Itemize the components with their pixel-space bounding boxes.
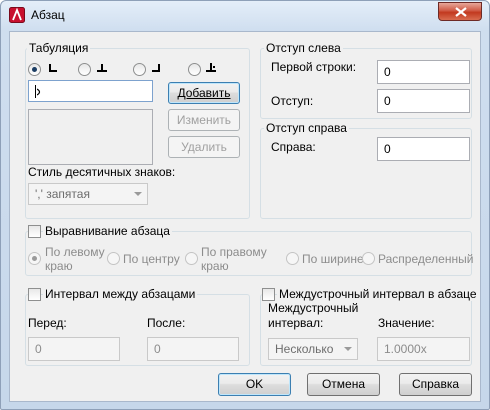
edit-tab-button[interactable]: Изменить	[168, 109, 240, 131]
right-tab-icon	[152, 64, 160, 72]
align-distributed-radio[interactable]	[362, 252, 375, 265]
align-justify-label: По ширине	[302, 252, 364, 266]
caret-arrow-icon	[36, 88, 41, 96]
align-left-label: По левому краю	[45, 245, 105, 273]
tab-type-right-radio[interactable]	[133, 63, 146, 76]
window-title: Абзац	[31, 8, 65, 22]
decimal-style-label: Стиль десятичных знаков:	[28, 165, 176, 179]
dropdown-arrow-icon	[134, 192, 142, 196]
line-spacing-checkbox[interactable]	[262, 288, 275, 301]
indent-label: Отступ:	[271, 94, 314, 108]
first-line-input[interactable]: 0	[377, 60, 470, 84]
alignment-label: Выравнивание абзаца	[43, 224, 172, 238]
help-button[interactable]: Справка	[399, 373, 472, 396]
tab-stops-list[interactable]	[28, 109, 153, 165]
add-tab-button-label: Добавить	[177, 86, 231, 100]
tabs-group-label: Табуляция	[27, 41, 91, 55]
before-label: Перед:	[28, 316, 67, 330]
dialog-window: Абзац Табуляция Добавить Изменить Удалит…	[0, 0, 490, 410]
tab-type-decimal-radio[interactable]	[188, 63, 201, 76]
align-right-radio[interactable]	[185, 252, 198, 265]
delete-tab-button[interactable]: Удалить	[168, 136, 240, 158]
align-justify-radio[interactable]	[286, 252, 299, 265]
indent-left-label: Отступ слева	[264, 41, 343, 55]
before-input[interactable]: 0	[28, 337, 120, 361]
align-center-label: По центру	[123, 252, 180, 266]
after-input[interactable]: 0	[147, 337, 239, 361]
decimal-tab-icon	[206, 63, 216, 72]
right-indent-input[interactable]: 0	[377, 137, 470, 161]
title-bar[interactable]: Абзац	[1, 1, 489, 31]
center-tab-icon	[97, 64, 107, 72]
spacing-type-label: Междустрочный интервал:	[268, 301, 359, 330]
indent-input[interactable]: 0	[377, 89, 470, 113]
cancel-button[interactable]: Отмена	[307, 373, 380, 396]
paragraph-spacing-checkbox[interactable]	[28, 288, 41, 301]
after-label: После:	[147, 316, 186, 330]
spacing-value-label: Значение:	[378, 316, 435, 330]
line-spacing-label: Междустрочный интервал в абзаце	[277, 287, 479, 301]
alignment-checkbox[interactable]	[28, 225, 41, 238]
align-distributed-label: Распределенный	[378, 252, 474, 266]
paragraph-spacing-label: Интервал между абзацами	[43, 287, 198, 301]
right-indent-label: Справа:	[271, 140, 316, 154]
tab-type-center-radio[interactable]	[78, 63, 91, 76]
indent-right-label: Отступ справа	[264, 121, 349, 135]
decimal-style-value: ',' запятая	[35, 187, 90, 201]
spacing-type-value: Несколько	[275, 342, 334, 356]
tab-type-left-radio[interactable]	[28, 63, 41, 76]
close-icon	[455, 7, 467, 17]
close-button[interactable]	[438, 2, 482, 21]
add-tab-button[interactable]: Добавить	[168, 82, 240, 104]
align-left-radio[interactable]	[28, 252, 41, 265]
ok-button[interactable]: OK	[218, 373, 291, 396]
align-center-radio[interactable]	[107, 252, 120, 265]
tab-position-input[interactable]	[28, 80, 153, 102]
dropdown-arrow-icon	[344, 347, 352, 351]
spacing-value-input[interactable]: 1.0000x	[377, 337, 470, 361]
align-right-label: По правому краю	[201, 245, 267, 273]
decimal-style-select[interactable]: ',' запятая	[28, 183, 148, 205]
spacing-type-select[interactable]: Несколько	[268, 338, 358, 360]
left-tab-icon	[49, 64, 57, 72]
dialog-client: Табуляция Добавить Изменить Удалить Стил…	[9, 31, 481, 402]
autocad-app-icon	[9, 7, 25, 23]
first-line-label: Первой строки:	[271, 60, 357, 74]
